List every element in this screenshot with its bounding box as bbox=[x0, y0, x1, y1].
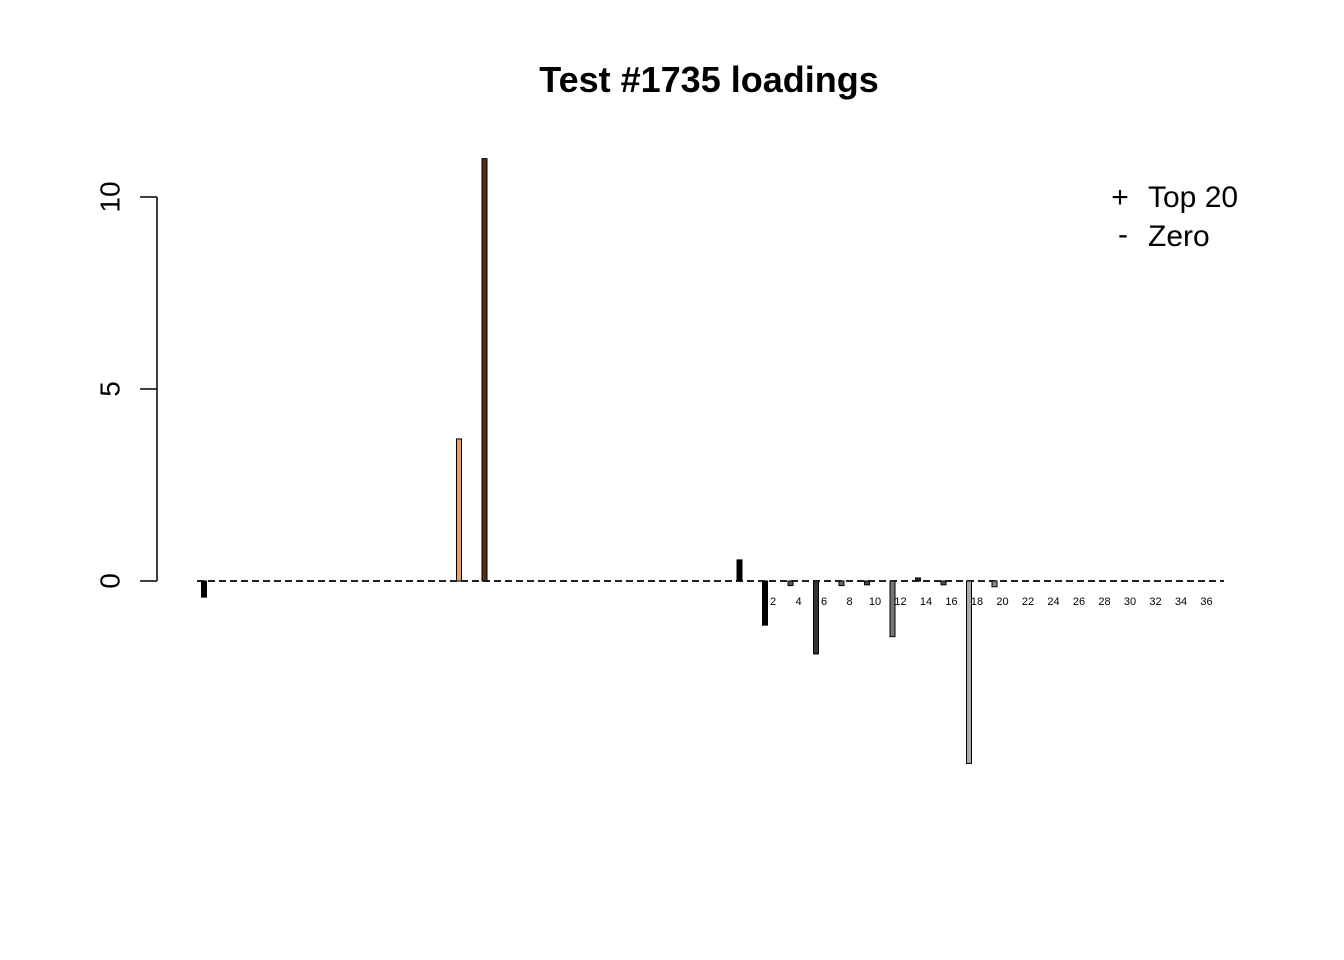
x-tick-label: 12 bbox=[894, 596, 906, 608]
x-tick-label: 10 bbox=[869, 596, 881, 608]
x-tick-label: 24 bbox=[1047, 596, 1059, 608]
x-tick-label: 18 bbox=[971, 596, 983, 608]
x-tick-label: 8 bbox=[846, 596, 852, 608]
bar bbox=[813, 580, 819, 655]
x-tick-label: 34 bbox=[1175, 596, 1187, 608]
x-tick-label: 4 bbox=[795, 596, 801, 608]
x-tick-label: 2 bbox=[770, 596, 776, 608]
chart-title: Test #1735 loadings bbox=[539, 59, 878, 100]
legend-symbol-zero: - bbox=[1118, 218, 1128, 251]
bars bbox=[201, 158, 998, 764]
x-tick-labels: 2 4 6 8 10 12 14 16 18 20 22 24 26 28 30 32 34 36 bbox=[770, 596, 1213, 608]
bar bbox=[736, 559, 743, 582]
x-tick-label: 20 bbox=[996, 596, 1008, 608]
y-tick-label: 0 bbox=[95, 573, 126, 589]
bar bbox=[889, 580, 896, 638]
bar bbox=[201, 580, 207, 598]
bar bbox=[762, 580, 768, 626]
x-tick-label: 30 bbox=[1124, 596, 1136, 608]
bar bbox=[481, 158, 488, 582]
x-tick-label: 32 bbox=[1149, 596, 1161, 608]
bar bbox=[864, 580, 870, 586]
y-axis: 0 5 10 bbox=[95, 181, 158, 589]
bar bbox=[838, 580, 845, 587]
x-tick-label: 6 bbox=[821, 596, 827, 608]
loadings-chart: Test #1735 loadings 0510 2 4 6 8 10 12 14 16 18 2… bbox=[95, 59, 1238, 764]
x-tick-label: 28 bbox=[1098, 596, 1110, 608]
y-tick-label: 10 bbox=[95, 181, 126, 212]
x-tick-label: 36 bbox=[1200, 596, 1212, 608]
bar bbox=[915, 577, 921, 582]
x-tick-label: 16 bbox=[945, 596, 957, 608]
bar bbox=[991, 580, 998, 588]
legend: + Top 20 - Zero bbox=[1111, 181, 1238, 253]
x-tick-label: 26 bbox=[1073, 596, 1085, 608]
legend-label-zero: Zero bbox=[1148, 220, 1210, 253]
bar bbox=[456, 438, 462, 582]
legend-label-top20: Top 20 bbox=[1148, 181, 1238, 214]
x-tick-label: 14 bbox=[920, 596, 932, 608]
y-tick-label: 5 bbox=[95, 381, 126, 397]
bar bbox=[966, 580, 972, 764]
bar bbox=[940, 580, 947, 586]
x-tick-label: 22 bbox=[1022, 596, 1034, 608]
bar bbox=[787, 580, 794, 587]
legend-symbol-top20: + bbox=[1111, 181, 1129, 214]
